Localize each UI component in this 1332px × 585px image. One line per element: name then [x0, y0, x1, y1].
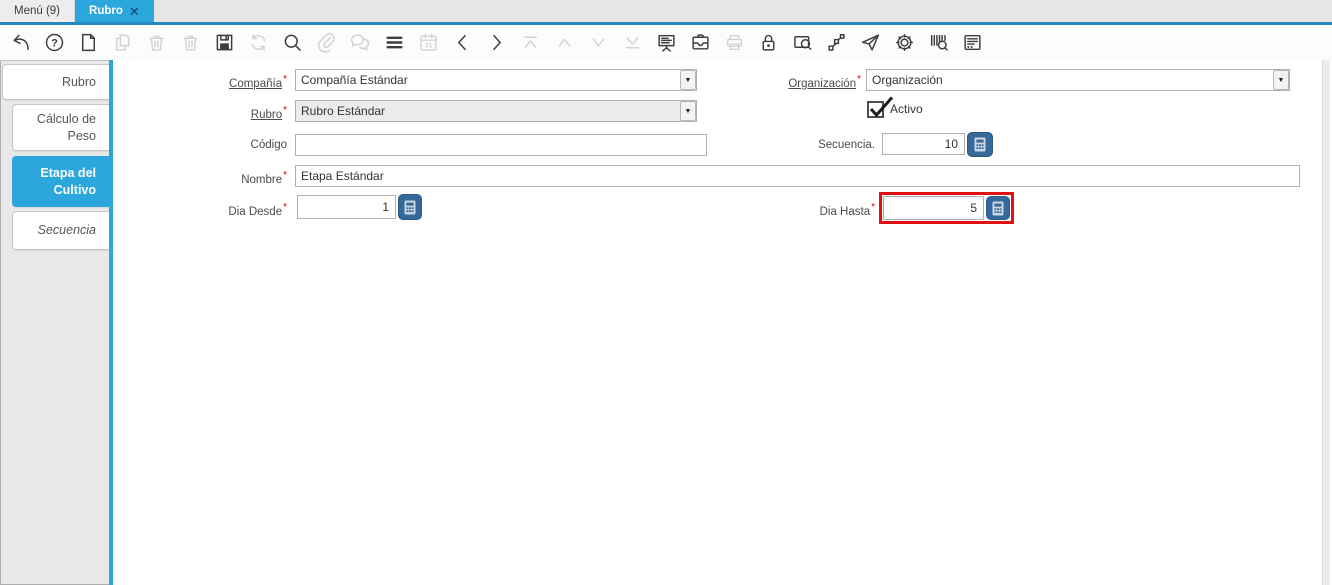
- required-marker: *: [857, 74, 861, 85]
- codigo-label: Código: [250, 139, 287, 151]
- scrollbar-track[interactable]: [1322, 60, 1330, 585]
- dia-hasta-label: Dia Hasta*: [819, 202, 875, 218]
- sidebar-tab-etapa-del-cultivo[interactable]: Etapa del Cultivo: [12, 156, 109, 207]
- toolbar: ? 31: [0, 25, 1332, 60]
- tab-menu[interactable]: Menú (9): [0, 0, 76, 22]
- process-log-icon[interactable]: [962, 32, 983, 53]
- send-request-icon[interactable]: [860, 32, 881, 53]
- dia-desde-input[interactable]: [297, 195, 396, 219]
- sidebar-tab-calculo-label: Cálculo de Peso: [36, 111, 96, 143]
- svg-text:31: 31: [425, 43, 433, 50]
- sidebar-tab-rubro[interactable]: Rubro: [2, 64, 109, 100]
- toggle-grid-icon[interactable]: [384, 32, 405, 53]
- new-record-icon[interactable]: [78, 32, 99, 53]
- application-window: Menú (9) Rubro ✕ ? 31 Rubro Cálculo de P…: [0, 0, 1332, 585]
- organizacion-label[interactable]: Organización*: [701, 69, 861, 95]
- chat-icon[interactable]: [350, 32, 371, 53]
- calendar-icon[interactable]: 31: [418, 32, 439, 53]
- calculator-button[interactable]: [967, 132, 993, 157]
- first-record-icon[interactable]: [520, 32, 541, 53]
- ignore-changes-icon[interactable]: [10, 32, 31, 53]
- rubro-input[interactable]: [295, 100, 697, 122]
- chevron-down-icon[interactable]: ▼: [1273, 70, 1289, 90]
- last-record-icon[interactable]: [622, 32, 643, 53]
- required-marker: *: [283, 105, 287, 116]
- calculator-icon: [974, 137, 986, 152]
- chevron-down-icon[interactable]: ▼: [680, 70, 696, 90]
- sidebar-tab-calculo-de-peso[interactable]: Cálculo de Peso: [12, 104, 109, 151]
- sidebar-tab-secuencia-label: Secuencia: [37, 223, 96, 237]
- refresh-icon[interactable]: [248, 32, 269, 53]
- secuencia-label: Secuencia.: [818, 139, 875, 151]
- calculator-button[interactable]: [986, 196, 1010, 220]
- delete-record-icon[interactable]: [146, 32, 167, 53]
- required-marker: *: [283, 170, 287, 181]
- nombre-input[interactable]: [295, 165, 1300, 187]
- dia-hasta-highlight-box: [879, 192, 1014, 224]
- help-icon[interactable]: ?: [44, 32, 65, 53]
- delete-selection-icon[interactable]: [180, 32, 201, 53]
- window-tab-bar: Menú (9) Rubro ✕: [0, 0, 1332, 22]
- save-icon[interactable]: [214, 32, 235, 53]
- product-info-icon[interactable]: [928, 32, 949, 53]
- attachment-icon[interactable]: [316, 32, 337, 53]
- activo-label: Activo: [890, 102, 923, 116]
- secuencia-input[interactable]: [882, 133, 965, 155]
- rubro-combobox: ▼: [295, 100, 697, 122]
- codigo-input[interactable]: [295, 134, 707, 156]
- tab-rubro-label: Rubro: [89, 5, 123, 17]
- sidebar-tab-etapa-label: Etapa del Cultivo: [40, 165, 96, 197]
- preferences-icon[interactable]: [894, 32, 915, 53]
- print-icon[interactable]: [724, 32, 745, 53]
- report-icon[interactable]: [656, 32, 677, 53]
- calculator-icon: [404, 200, 416, 214]
- compania-input[interactable]: [295, 69, 697, 91]
- organizacion-input[interactable]: [866, 69, 1290, 91]
- rubro-label[interactable]: Rubro*: [130, 100, 287, 126]
- previous-record-icon[interactable]: [452, 32, 473, 53]
- close-icon[interactable]: ✕: [129, 5, 140, 18]
- private-lock-icon[interactable]: [758, 32, 779, 53]
- zoom-across-icon[interactable]: [792, 32, 813, 53]
- organizacion-combobox: ▼: [866, 69, 1290, 91]
- sidebar-tab-secuencia[interactable]: Secuencia: [12, 211, 109, 250]
- nombre-label: Nombre*: [241, 170, 287, 186]
- detail-record-icon[interactable]: [588, 32, 609, 53]
- compania-combobox: ▼: [295, 69, 697, 91]
- required-marker: *: [283, 74, 287, 85]
- activo-checkbox[interactable]: [867, 96, 894, 118]
- chevron-down-icon[interactable]: ▼: [680, 101, 696, 121]
- tab-rubro[interactable]: Rubro ✕: [75, 0, 154, 22]
- calculator-button[interactable]: [398, 194, 422, 220]
- tab-menu-label: Menú (9): [14, 5, 61, 17]
- next-record-icon[interactable]: [486, 32, 507, 53]
- workflow-icon[interactable]: [826, 32, 847, 53]
- find-icon[interactable]: [282, 32, 303, 53]
- svg-text:?: ?: [51, 37, 58, 49]
- copy-record-icon[interactable]: [112, 32, 133, 53]
- dia-desde-label: Dia Desde*: [228, 202, 287, 218]
- compania-label[interactable]: Compañía*: [130, 69, 287, 95]
- required-marker: *: [871, 202, 875, 213]
- dia-hasta-input[interactable]: [883, 196, 984, 220]
- calculator-icon: [992, 201, 1004, 215]
- required-marker: *: [283, 202, 287, 213]
- sidebar-tab-rubro-label: Rubro: [61, 74, 96, 89]
- parent-record-icon[interactable]: [554, 32, 575, 53]
- archive-icon[interactable]: [690, 32, 711, 53]
